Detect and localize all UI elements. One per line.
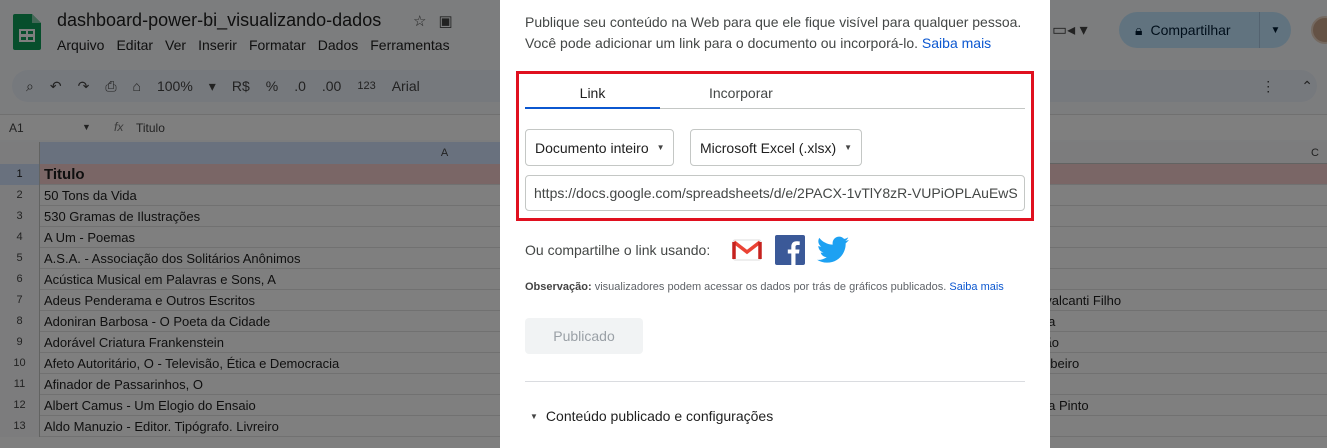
share-via-label: Ou compartilhe o link usando: bbox=[525, 242, 711, 258]
published-content-settings-toggle[interactable]: ▼ Conteúdo publicado e configurações bbox=[530, 408, 773, 424]
divider bbox=[525, 381, 1025, 382]
note-label: Observação: bbox=[525, 281, 592, 293]
chevron-down-icon: ▼ bbox=[656, 143, 665, 152]
note-text: visualizadores podem acessar os dados po… bbox=[594, 281, 947, 293]
twitter-icon[interactable] bbox=[817, 234, 850, 266]
dialog-intro: Publique seu conteúdo na Web para que el… bbox=[525, 12, 1025, 54]
published-button[interactable]: Publicado bbox=[525, 318, 643, 354]
learn-more-link[interactable]: Saiba mais bbox=[922, 35, 991, 51]
tab-embed[interactable]: Incorporar bbox=[709, 85, 773, 101]
format-dropdown[interactable]: Microsoft Excel (.xlsx) ▼ bbox=[690, 129, 862, 166]
share-via-row: Ou compartilhe o link usando: bbox=[525, 234, 850, 266]
publish-note: Observação: visualizadores podem acessar… bbox=[525, 281, 1004, 293]
section-label: Conteúdo publicado e configurações bbox=[545, 408, 774, 424]
tab-link[interactable]: Link bbox=[525, 85, 660, 109]
caret-down-icon: ▼ bbox=[530, 411, 538, 421]
published-url-field[interactable]: https://docs.google.com/spreadsheets/d/e… bbox=[525, 175, 1025, 211]
chevron-down-icon: ▼ bbox=[844, 143, 853, 152]
scope-dropdown-label: Documento inteiro bbox=[535, 139, 649, 156]
format-dropdown-label: Microsoft Excel (.xlsx) bbox=[700, 139, 837, 156]
facebook-icon[interactable] bbox=[774, 234, 806, 266]
scope-dropdown[interactable]: Documento inteiro ▼ bbox=[525, 129, 674, 166]
publish-tabs: Link Incorporar bbox=[525, 78, 1025, 109]
gmail-icon[interactable] bbox=[731, 234, 763, 266]
publish-to-web-dialog: Publique seu conteúdo na Web para que el… bbox=[500, 0, 1050, 448]
note-learn-more-link[interactable]: Saiba mais bbox=[949, 281, 1003, 293]
